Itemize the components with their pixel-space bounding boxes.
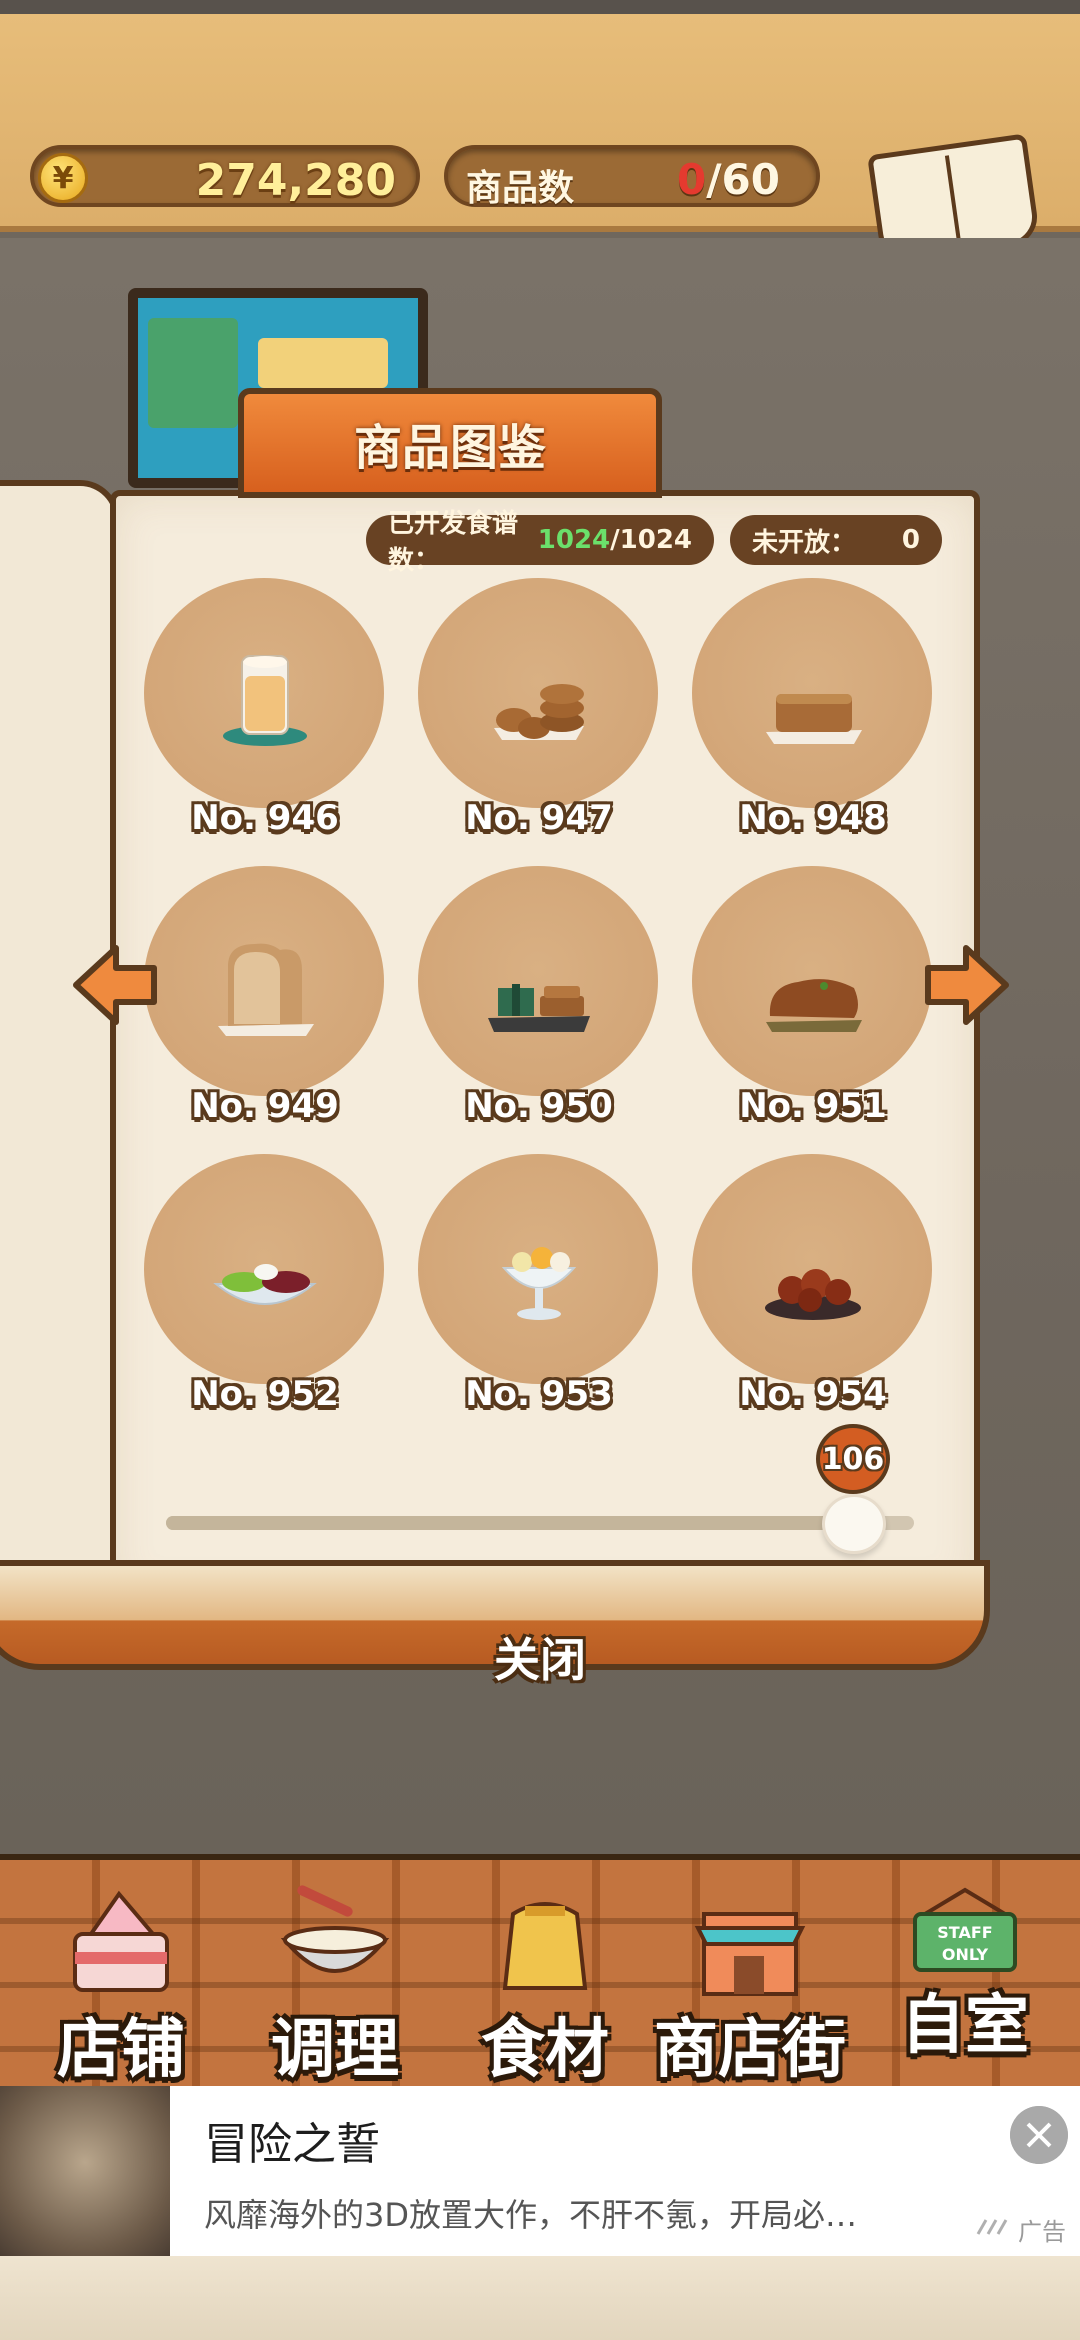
goods-max: /60: [706, 155, 780, 204]
bottom-menu-bar: 店铺 调理 食材 商店街 STAFF ONLY 自室: [0, 1854, 1080, 2087]
ad-network-logo-icon: [976, 2219, 1008, 2235]
catalog-title: 商品图鉴: [353, 420, 546, 476]
close-button[interactable]: 关闭: [450, 1622, 630, 1692]
developed-total: /1024: [610, 525, 692, 555]
unopened-label: 未开放：: [752, 527, 857, 558]
ad-title: 冒险之誓: [204, 2119, 380, 2170]
unopened-value: 0: [901, 525, 920, 555]
drink-icon: [223, 655, 307, 746]
cake-icon: [73, 1890, 169, 1992]
mixing-bowl-icon: [280, 1885, 390, 1973]
item-number: No. 954: [739, 1374, 887, 1414]
catalog-item[interactable]: No. 946: [140, 578, 390, 838]
catalog-title-banner: 商品图鉴: [238, 388, 662, 498]
ad-tag: 广告: [1018, 2218, 1066, 2246]
catalog-item[interactable]: No. 949: [140, 866, 390, 1126]
book-left-page: [0, 480, 120, 1600]
catalog-item[interactable]: No. 952: [140, 1154, 390, 1414]
developed-recipes-stat: 已开发食谱数： 1024/1024: [366, 509, 714, 576]
footer-background: [0, 2256, 1080, 2340]
page-slider[interactable]: [166, 1494, 914, 1554]
menu-ingredients-button[interactable]: 食材: [460, 1884, 630, 2087]
developed-label: 已开发食谱数：: [388, 509, 519, 576]
salad-bowl-icon: [213, 1264, 317, 1305]
item-number: No. 951: [739, 1086, 887, 1126]
money-value: 274,280: [195, 155, 396, 206]
shop-building-icon: [694, 1912, 806, 1996]
meat-loaf-icon: [766, 979, 862, 1032]
page-slider-track-fill: [166, 1516, 854, 1530]
coin-icon: ¥: [38, 153, 88, 203]
item-number: No. 948: [739, 798, 887, 838]
granola-bar-icon: [766, 694, 862, 744]
menu-cook-button[interactable]: 调理: [250, 1884, 420, 2087]
ad-description: 风靡海外的3D放置大作，不肝不氪，开局必…: [204, 2196, 858, 2234]
catalog-item[interactable]: No. 947: [414, 578, 664, 838]
menu-shop-button[interactable]: 店铺: [36, 1884, 206, 2087]
flour-sack-icon: [502, 1902, 588, 1990]
catalog-item[interactable]: No. 953: [414, 1154, 664, 1414]
page-slider-thumb[interactable]: [822, 1494, 886, 1554]
poster-sign: [258, 338, 388, 388]
goods-count-display: 商品数 0/60: [444, 145, 820, 209]
goods-current: 0: [676, 155, 707, 204]
menu-ingredients-label: 食材: [481, 2013, 609, 2087]
unopened-stat: 未开放： 0: [730, 515, 942, 565]
catalog-item[interactable]: No. 954: [688, 1154, 938, 1414]
bread-loaf-icon: [218, 943, 314, 1036]
catalog-item[interactable]: No. 948: [688, 578, 938, 838]
money-display: ¥ 274,280: [30, 145, 420, 207]
roasted-chestnuts-icon: [765, 1269, 861, 1320]
menu-my-room-label: 自室: [901, 1989, 1029, 2063]
svg-text:STAFF: STAFF: [937, 1923, 992, 1942]
item-number: No. 947: [465, 798, 613, 838]
ad-close-icon[interactable]: [1010, 2106, 1068, 2164]
prev-page-arrow-icon[interactable]: [70, 940, 160, 1030]
poster-building: [148, 318, 238, 428]
catalog-grid: No. 946 No. 947 No. 948 No. 949 No. 950 …: [140, 578, 960, 1438]
item-number: No. 953: [465, 1374, 613, 1414]
item-number: No. 952: [191, 1374, 339, 1414]
parfait-icon: [501, 1247, 577, 1320]
ad-thumbnail: [0, 2086, 170, 2256]
goods-count-value: 0/60: [677, 155, 780, 204]
developed-current: 1024: [537, 525, 611, 555]
catalog-item[interactable]: No. 951: [688, 866, 938, 1126]
item-number: No. 946: [191, 798, 339, 838]
menu-shopping-street-button[interactable]: 商店街: [640, 1884, 860, 2087]
page-slider-value: 106: [816, 1424, 890, 1494]
menu-shop-label: 店铺: [57, 2013, 185, 2087]
menu-cook-label: 调理: [271, 2013, 399, 2087]
cookies-icon: [494, 684, 584, 740]
ad-banner[interactable]: 冒险之誓 风靡海外的3D放置大作，不肝不氪，开局必… 广告: [0, 2086, 1080, 2256]
menu-my-room-button[interactable]: STAFF ONLY 自室: [880, 1884, 1050, 2084]
next-page-arrow-icon[interactable]: [922, 940, 1012, 1030]
svg-text:ONLY: ONLY: [942, 1945, 989, 1964]
goods-count-label: 商品数: [466, 168, 575, 209]
menu-shopping-street-label: 商店街: [654, 2013, 846, 2087]
item-number: No. 949: [191, 1086, 339, 1126]
catalog-item[interactable]: No. 950: [414, 866, 664, 1126]
item-number: No. 950: [465, 1086, 613, 1126]
brownie-gift-icon: [488, 984, 590, 1032]
